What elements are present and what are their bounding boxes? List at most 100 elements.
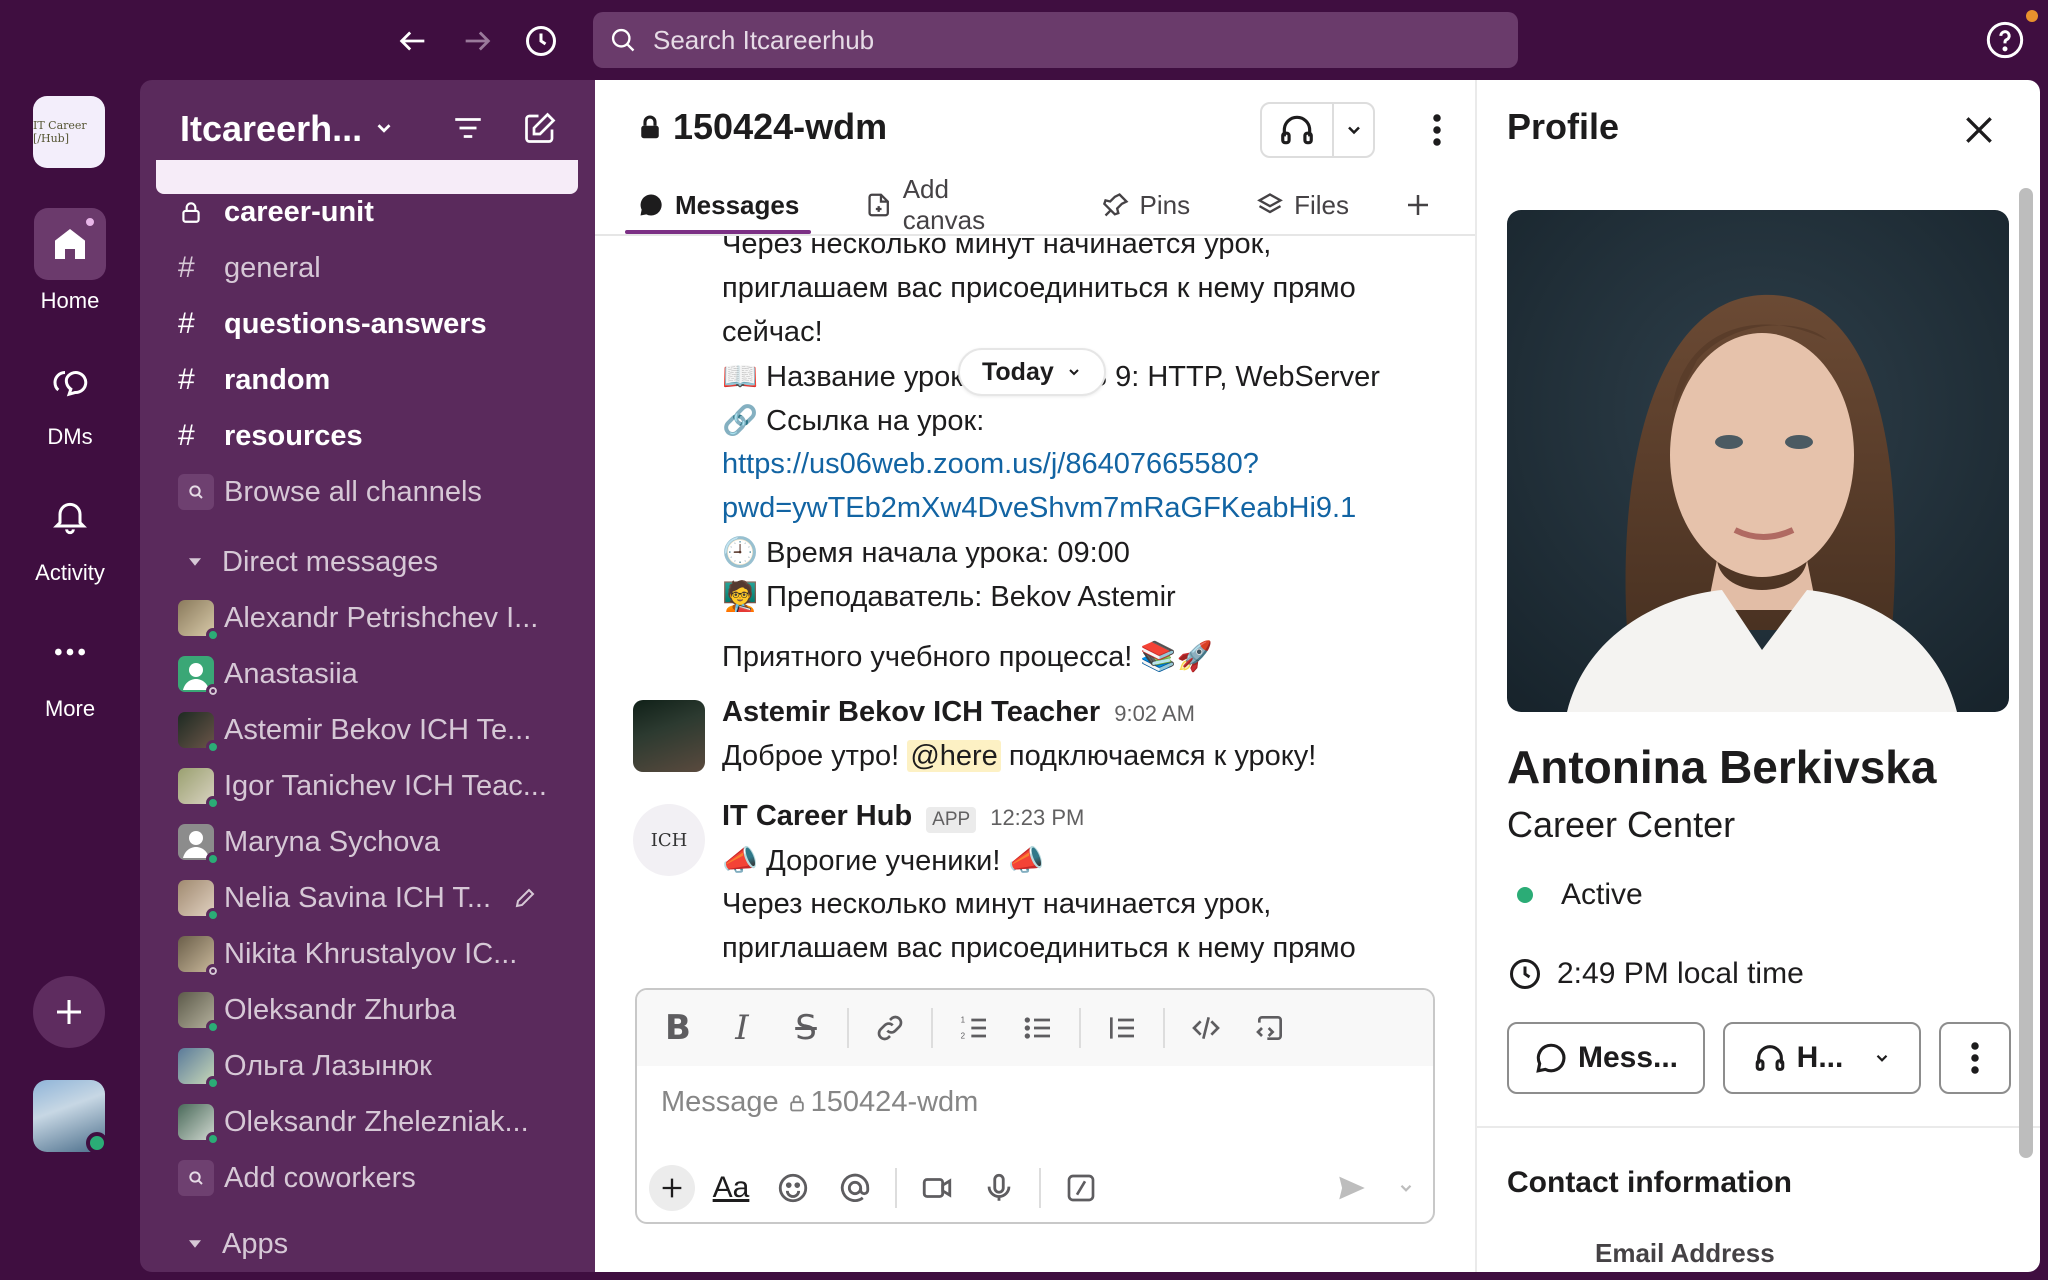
tab-label: Files — [1294, 189, 1349, 220]
channel-tabs: Messages Add canvas Pins Files — [625, 174, 1475, 235]
channel-title[interactable]: 150424-wdm — [635, 106, 887, 148]
tab-add-canvas[interactable]: Add canvas — [853, 174, 1047, 235]
tab-files[interactable]: Files — [1244, 180, 1361, 230]
dm-section-header[interactable]: Direct messages — [156, 536, 578, 588]
chevron-down-icon[interactable] — [1388, 1162, 1424, 1214]
close-icon[interactable] — [1959, 110, 1999, 150]
message-button[interactable]: Mess... — [1507, 1022, 1705, 1094]
add-coworkers-item[interactable]: Add coworkers — [156, 1152, 578, 1204]
emoji-icon[interactable] — [767, 1162, 819, 1214]
slash-command-icon[interactable] — [1055, 1162, 1107, 1214]
more-vertical-icon[interactable] — [1939, 1022, 2011, 1094]
more-vertical-icon[interactable] — [1417, 108, 1457, 152]
add-tab-button[interactable] — [1403, 180, 1433, 230]
dm-item[interactable]: Ольга Лазынюк — [156, 1040, 578, 1092]
dm-item[interactable]: Oleksandr Zhelezniak... — [156, 1096, 578, 1148]
avatar[interactable] — [633, 700, 705, 772]
filter-icon[interactable] — [448, 108, 488, 148]
search-input[interactable]: Search Itcareerhub — [593, 12, 1518, 68]
plus-icon — [1408, 195, 1428, 215]
microphone-icon[interactable] — [973, 1162, 1025, 1214]
message-placeholder-channel: 150424-wdm — [810, 1086, 979, 1118]
workspace-name[interactable]: Itcareerh... — [180, 108, 362, 150]
dm-item[interactable]: Alexandr Petrishchev I... — [156, 592, 578, 644]
dm-item[interactable]: Maryna Sychova — [156, 816, 578, 868]
rail-home[interactable]: Home — [0, 208, 140, 314]
svg-text:1: 1 — [961, 1016, 966, 1025]
code-block-icon[interactable] — [1243, 1001, 1297, 1055]
channel-item-random[interactable]: # random — [156, 354, 578, 406]
workspace-logo[interactable]: IT Career [/Hub] — [33, 96, 105, 168]
link-icon[interactable] — [863, 1001, 917, 1055]
huddle-button[interactable] — [1260, 102, 1375, 158]
channel-item-general[interactable]: # general — [156, 242, 578, 294]
bold-icon[interactable]: B — [651, 1001, 705, 1055]
help-icon[interactable] — [1985, 20, 2025, 60]
channel-item-resources[interactable]: # resources — [156, 410, 578, 462]
chevron-down-icon[interactable] — [1334, 120, 1373, 140]
message-time[interactable]: 9:02 AM — [1114, 701, 1195, 727]
dm-item[interactable]: Oleksandr Zhurba — [156, 984, 578, 1036]
notification-dot — [2026, 10, 2038, 22]
rail-activity[interactable]: Activity — [0, 480, 140, 586]
message-button-label: Mess... — [1577, 1041, 1679, 1074]
dm-item[interactable]: Nikita Khrustalyov IC... — [156, 928, 578, 980]
dm-item[interactable]: Nelia Savina ICH T... — [156, 872, 578, 924]
avatar[interactable]: ICH — [633, 804, 705, 876]
profile-photo[interactable] — [1507, 210, 2009, 712]
sender-name[interactable]: IT Career Hub — [722, 800, 912, 833]
mention-icon[interactable] — [829, 1162, 881, 1214]
huddle-button[interactable]: H... — [1723, 1022, 1921, 1094]
message-text: Доброе утро! @here подключаемся к уроку! — [722, 740, 1316, 773]
dm-label: Nikita Khrustalyov IC... — [224, 937, 518, 970]
plus-icon[interactable] — [649, 1165, 695, 1211]
back-arrow-icon[interactable] — [392, 20, 434, 62]
rail-more[interactable]: More — [0, 616, 140, 722]
dm-item[interactable]: Igor Tanichev ICH Teac... — [156, 760, 578, 812]
date-divider-today[interactable]: Today — [958, 348, 1106, 396]
forward-arrow-icon[interactable] — [456, 20, 498, 62]
sender-name[interactable]: Astemir Bekov ICH Teacher — [722, 696, 1100, 729]
presence-dot — [206, 908, 220, 922]
message-input[interactable]: Message 150424-wdm — [661, 1086, 978, 1119]
apps-section-header[interactable]: Apps — [156, 1218, 578, 1270]
history-clock-icon[interactable] — [520, 20, 562, 62]
presence-dot — [206, 740, 220, 754]
italic-icon[interactable]: I — [715, 1001, 769, 1055]
dm-item[interactable]: Anastasiia — [156, 648, 578, 700]
clock-icon — [1510, 959, 1540, 989]
zoom-link[interactable]: https://us06web.zoom.us/j/86407665580? — [722, 448, 1259, 481]
channel-main: 150424-wdm Messages Add canvas Pins File… — [595, 80, 1475, 1272]
video-icon[interactable] — [911, 1162, 963, 1214]
avatar — [178, 1104, 220, 1146]
send-icon[interactable] — [1326, 1162, 1378, 1214]
strikethrough-icon[interactable]: S — [779, 1001, 833, 1055]
hash-icon: # — [178, 307, 195, 340]
code-icon[interactable] — [1179, 1001, 1233, 1055]
rail-home-label: Home — [40, 288, 100, 313]
mention[interactable]: @here — [907, 740, 1001, 772]
tab-messages[interactable]: Messages — [625, 180, 812, 234]
channel-item-questions-answers[interactable]: # questions-answers — [156, 298, 578, 350]
message-time[interactable]: 12:23 PM — [990, 805, 1084, 831]
dm-item[interactable]: Astemir Bekov ICH Te... — [156, 704, 578, 756]
presence-dot — [206, 964, 220, 978]
presence-dot — [206, 684, 220, 698]
tab-pins[interactable]: Pins — [1090, 180, 1203, 230]
blockquote-icon[interactable] — [1095, 1001, 1149, 1055]
lock-icon — [789, 1095, 804, 1111]
rail-dms[interactable]: DMs — [0, 344, 140, 450]
compose-icon[interactable] — [520, 108, 560, 148]
zoom-link[interactable]: pwd=ywTEb2mXw4DveShvm7mRaGFKeabHi9.1 — [722, 492, 1356, 525]
formatting-toggle-icon[interactable]: Aa — [705, 1162, 757, 1214]
bullet-list-icon[interactable] — [1011, 1001, 1065, 1055]
ordered-list-icon[interactable]: 12 — [947, 1001, 1001, 1055]
avatar-text: ICH — [650, 829, 688, 851]
browse-channels-item[interactable]: Browse all channels — [156, 466, 578, 518]
channel-item-career-unit[interactable]: career-unit — [156, 186, 578, 238]
contact-heading: Contact information — [1507, 1166, 1792, 1199]
add-workspace-button[interactable] — [33, 976, 105, 1048]
profile-scrollbar[interactable] — [2019, 188, 2033, 1158]
chevron-down-icon[interactable] — [364, 108, 404, 148]
presence-dot — [206, 852, 220, 866]
